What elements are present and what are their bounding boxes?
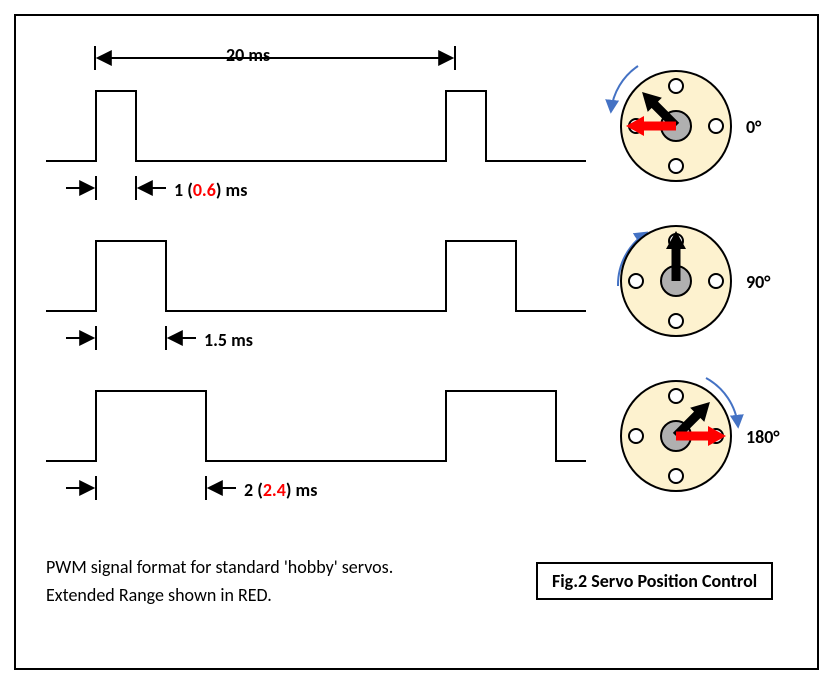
- pulse-1ms-label: 1 (0.6) ms: [174, 179, 247, 201]
- figure-title-box: Fig.2 Servo Position Control: [536, 562, 773, 600]
- pulse-1p5ms-markers: [46, 326, 306, 356]
- period-arrow: [91, 46, 461, 76]
- waveform-1ms: [46, 81, 586, 171]
- angle-label-0: 0°: [746, 116, 761, 138]
- period-label: 20 ms: [226, 44, 270, 66]
- angle-label-180: 180°: [746, 426, 780, 448]
- servo-dial-90: [606, 211, 766, 351]
- figure-title: Fig.2 Servo Position Control: [552, 570, 757, 592]
- caption-line-2: Extended Range shown in RED.: [46, 584, 272, 606]
- pulse-2ms-label: 2 (2.4) ms: [244, 479, 317, 501]
- servo-dial-0: [606, 56, 766, 196]
- waveform-2ms: [46, 381, 586, 471]
- angle-label-90: 90°: [746, 271, 770, 293]
- caption-line-1: PWM signal format for standard 'hobby' s…: [46, 556, 393, 578]
- pulse-1p5ms-label: 1.5 ms: [204, 329, 253, 351]
- waveform-1p5ms: [46, 231, 586, 321]
